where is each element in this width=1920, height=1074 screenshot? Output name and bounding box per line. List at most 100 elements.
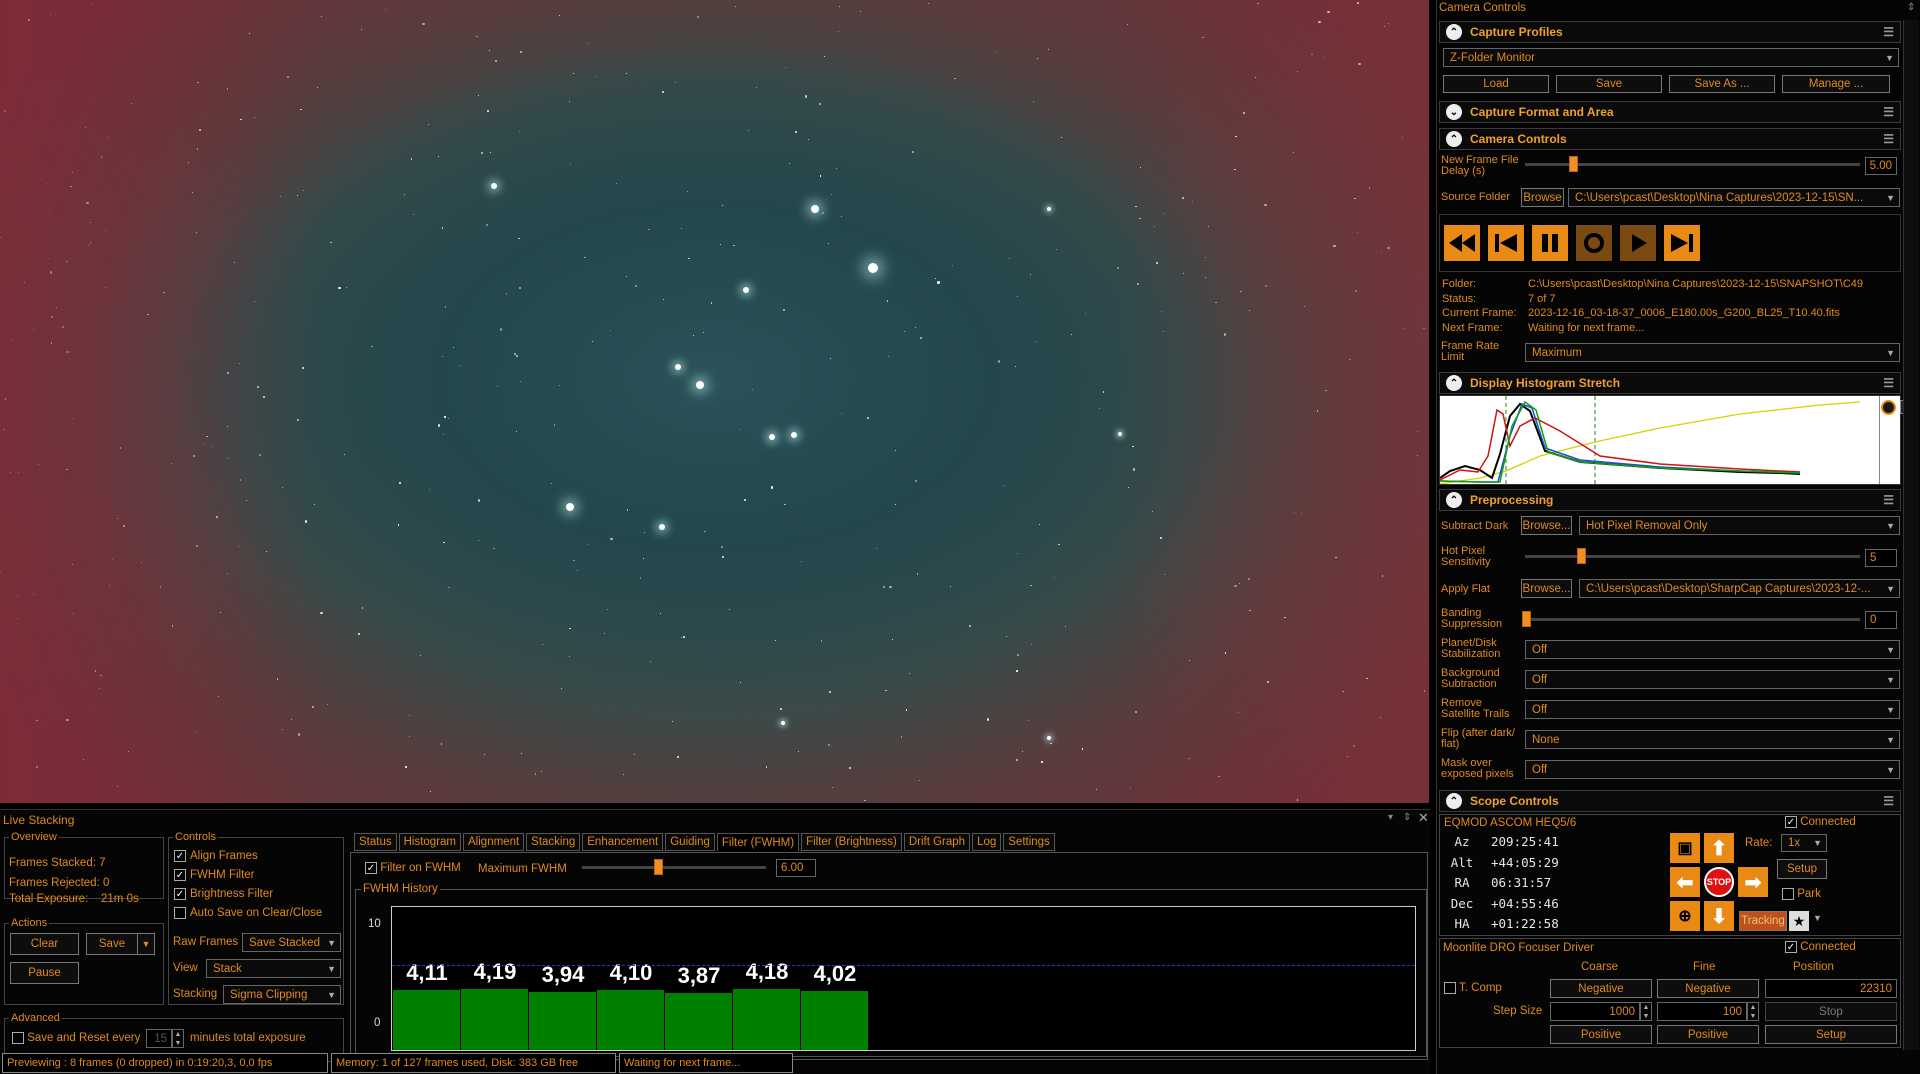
panel-dropdown-icon[interactable]: ▾ <box>1388 812 1393 823</box>
goto-home-button[interactable]: ▣ <box>1669 832 1701 864</box>
frame-delay-value[interactable]: 5.00 <box>1865 157 1897 175</box>
hot-pixel-thumb[interactable] <box>1577 548 1586 564</box>
tab-enhancement[interactable]: Enhancement <box>582 833 664 851</box>
move-north-button[interactable]: ⬆ <box>1703 832 1735 864</box>
pause-button[interactable] <box>1531 224 1569 262</box>
menu-icon[interactable]: ☰ <box>1883 376 1894 390</box>
preprocessing-row-select[interactable]: Off ▼ <box>1525 760 1900 779</box>
banding-value[interactable]: 0 <box>1865 611 1897 629</box>
move-west-button[interactable]: ⬅ <box>1669 866 1701 898</box>
preprocessing-header[interactable]: ⌃ Preprocessing ☰ <box>1439 489 1901 511</box>
tab-stacking[interactable]: Stacking <box>526 833 581 851</box>
pin-icon[interactable]: ⇕ <box>1907 2 1915 13</box>
save-as-profile-button[interactable]: Save As ... <box>1669 75 1775 93</box>
fine-negative-button[interactable]: Negative <box>1657 979 1759 998</box>
live-preview-image[interactable] <box>0 0 1429 803</box>
stop-button[interactable]: STOP <box>1704 867 1734 897</box>
menu-icon[interactable]: ☰ <box>1883 493 1894 507</box>
tab-log[interactable]: Log <box>972 833 1002 851</box>
rate-select[interactable]: 1x ▼ <box>1781 834 1827 852</box>
tab-settings[interactable]: Settings <box>1003 833 1055 851</box>
tab-guiding[interactable]: Guiding <box>665 833 715 851</box>
control-checkbox[interactable]: ✓ Align Frames <box>174 850 258 862</box>
tracking-dropdown-icon[interactable]: ▼ <box>1813 913 1822 923</box>
menu-icon[interactable]: ☰ <box>1883 25 1894 39</box>
mount-connected[interactable]: ✓ Connected <box>1785 816 1856 828</box>
target-button[interactable]: ⊕ <box>1669 900 1701 932</box>
capture-format-header[interactable]: ⌄ Capture Format and Area ☰ <box>1439 101 1901 123</box>
camera-controls-header[interactable]: ⌃ Camera Controls ☰ <box>1439 128 1901 150</box>
coarse-step-spinner[interactable]: ▲ ▼ <box>1640 1002 1652 1021</box>
fine-step-spinner[interactable]: ▲ ▼ <box>1747 1002 1759 1021</box>
tracking-button[interactable]: Tracking <box>1739 911 1787 931</box>
focuser-setup-button[interactable]: Setup <box>1765 1025 1897 1044</box>
fine-step-input[interactable]: 100 <box>1657 1002 1747 1021</box>
save-button[interactable]: Save <box>86 933 138 955</box>
banding-slider[interactable] <box>1525 618 1860 621</box>
control-checkbox[interactable]: ✓ Brightness Filter <box>174 888 273 900</box>
preprocessing-row-select[interactable]: Off ▼ <box>1525 700 1900 719</box>
auto-reset-checkbox[interactable]: Save and Reset every <box>12 1032 140 1044</box>
mount-setup-button[interactable]: Setup <box>1777 859 1827 879</box>
coarse-positive-button[interactable]: Positive <box>1550 1025 1652 1044</box>
hot-pixel-value[interactable]: 5 <box>1865 549 1897 567</box>
tab-alignment[interactable]: Alignment <box>463 833 525 851</box>
scope-controls-header[interactable]: ⌃ Scope Controls ☰ <box>1439 790 1901 812</box>
control-checkbox[interactable]: ✓ FWHM Filter <box>174 869 255 881</box>
load-profile-button[interactable]: Load <box>1443 75 1549 93</box>
clear-button[interactable]: Clear <box>10 933 79 955</box>
filter-fwhm-checkbox[interactable]: ✓ Filter on FWHM <box>365 862 461 874</box>
max-fwhm-slider[interactable] <box>582 866 766 869</box>
last-frame-button[interactable] <box>1663 224 1701 262</box>
minutes-input[interactable]: 15 <box>146 1029 172 1048</box>
raw-frames-select[interactable]: Save Stacked ▼ <box>242 933 341 952</box>
preprocessing-row-select[interactable]: None ▼ <box>1525 730 1900 749</box>
max-fwhm-thumb[interactable] <box>654 859 664 875</box>
move-south-button[interactable]: ⬇ <box>1703 900 1735 932</box>
stacking-select[interactable]: Sigma Clipping ▼ <box>223 985 341 1004</box>
save-options-button[interactable]: ▼ <box>137 933 155 955</box>
capture-profiles-header[interactable]: ⌃ Capture Profiles ☰ <box>1439 21 1901 43</box>
minutes-spinner[interactable]: ▲ ▼ <box>172 1029 184 1048</box>
histogram-plot[interactable] <box>1439 395 1914 485</box>
play-button[interactable] <box>1619 224 1657 262</box>
apply-flat-select[interactable]: C:\Users\pcast\Desktop\SharpCap Captures… <box>1579 579 1900 598</box>
info-icon[interactable] <box>1881 400 1896 415</box>
hot-pixel-slider[interactable] <box>1525 555 1860 558</box>
browse-flat-button[interactable]: Browse... <box>1521 579 1572 598</box>
max-fwhm-value[interactable]: 6.00 <box>776 859 816 877</box>
park-checkbox[interactable]: Park <box>1782 888 1821 900</box>
subtract-dark-select[interactable]: Hot Pixel Removal Only ▼ <box>1579 516 1900 535</box>
right-panel-scrollbar[interactable] <box>1903 20 1919 1050</box>
first-frame-button[interactable] <box>1487 224 1525 262</box>
preprocessing-row-select[interactable]: Off ▼ <box>1525 670 1900 689</box>
star-icon[interactable]: ★ <box>1789 911 1809 931</box>
save-profile-button[interactable]: Save <box>1556 75 1662 93</box>
banding-thumb[interactable] <box>1522 611 1531 627</box>
histogram-header[interactable]: ⌃ Display Histogram Stretch ☰ <box>1439 372 1901 394</box>
focuser-stop-button[interactable]: Stop <box>1765 1002 1897 1021</box>
coarse-negative-button[interactable]: Negative <box>1550 979 1652 998</box>
tab-filter-fwhm[interactable]: Filter (FWHM) <box>716 833 800 851</box>
frame-rate-select[interactable]: Maximum ▼ <box>1525 343 1900 362</box>
rewind-button[interactable] <box>1443 224 1481 262</box>
source-folder-select[interactable]: C:\Users\pcast\Desktop\Nina Captures\202… <box>1568 188 1900 207</box>
pin-icon[interactable]: ⇕ <box>1403 812 1411 823</box>
close-icon[interactable]: ✕ <box>1418 810 1429 826</box>
pause-stack-button[interactable]: Pause <box>10 962 79 984</box>
tab-filter-brightness[interactable]: Filter (Brightness) <box>801 833 902 851</box>
menu-icon[interactable]: ☰ <box>1883 105 1894 119</box>
tab-drift-graph[interactable]: Drift Graph <box>903 833 971 851</box>
coarse-step-input[interactable]: 1000 <box>1550 1002 1640 1021</box>
view-select[interactable]: Stack ▼ <box>206 959 341 978</box>
focuser-connected[interactable]: ✓ Connected <box>1785 941 1856 953</box>
menu-icon[interactable]: ☰ <box>1883 132 1894 146</box>
browse-dark-button[interactable]: Browse... <box>1521 516 1572 535</box>
profile-select[interactable]: Z-Folder Monitor ▼ <box>1443 48 1899 67</box>
refresh-button[interactable] <box>1575 224 1613 262</box>
tab-status[interactable]: Status <box>354 833 397 851</box>
tab-histogram[interactable]: Histogram <box>398 833 462 851</box>
frame-delay-thumb[interactable] <box>1569 156 1578 172</box>
preprocessing-row-select[interactable]: Off ▼ <box>1525 640 1900 659</box>
menu-icon[interactable]: ☰ <box>1883 794 1894 808</box>
